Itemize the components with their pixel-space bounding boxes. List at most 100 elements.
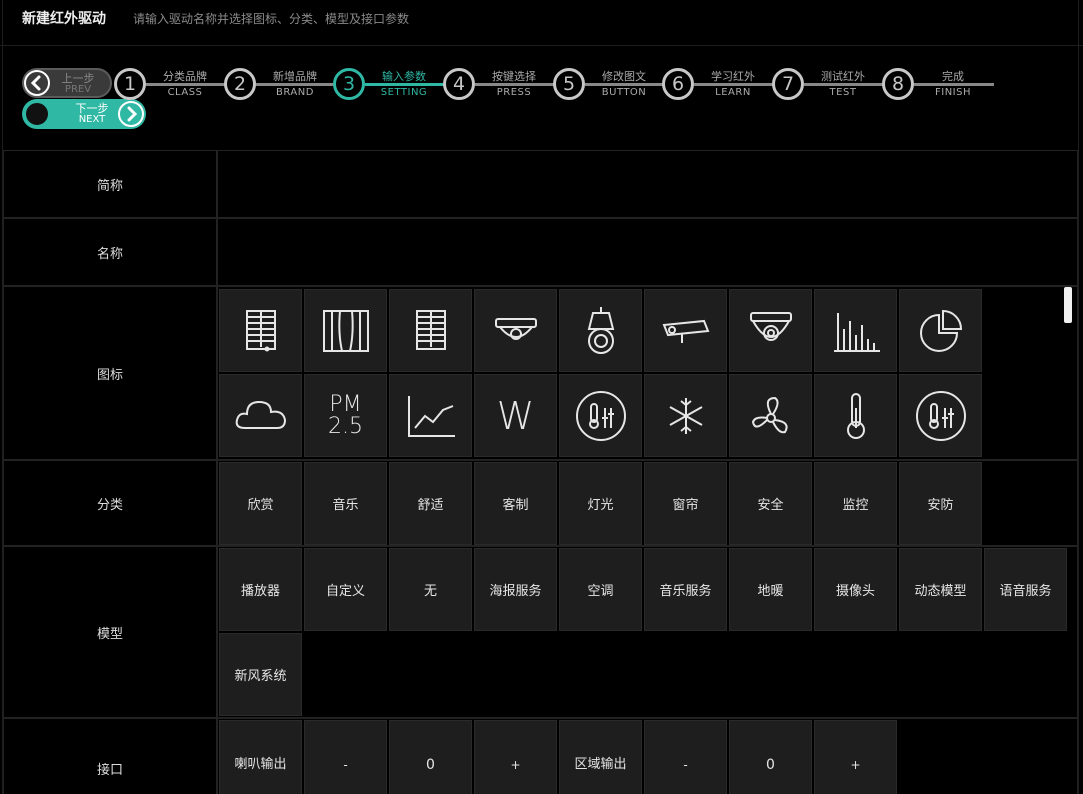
- shutter-icon: [415, 309, 446, 350]
- icon-option[interactable]: [644, 289, 727, 372]
- model-option[interactable]: 音乐服务: [644, 548, 727, 631]
- step-label-en: LEARN: [715, 87, 751, 98]
- icon-option[interactable]: [219, 374, 302, 457]
- model-option[interactable]: 自定义: [304, 548, 387, 631]
- ring-icon: [24, 101, 50, 127]
- category-option[interactable]: 安防: [899, 462, 982, 545]
- icon-option[interactable]: [559, 374, 642, 457]
- blind-icon: [245, 309, 276, 351]
- step-label-en: SETTING: [380, 87, 428, 98]
- step-label-en: FINISH: [935, 87, 971, 98]
- model-option[interactable]: 播放器: [219, 548, 302, 631]
- model-option[interactable]: 地暖: [729, 548, 812, 631]
- icon-option[interactable]: [814, 289, 897, 372]
- icon-option[interactable]: PM 2.5: [304, 374, 387, 457]
- icon-option[interactable]: [304, 289, 387, 372]
- icon-option[interactable]: [729, 289, 812, 372]
- category-option[interactable]: 窗帘: [644, 462, 727, 545]
- model-label: 模型: [4, 547, 218, 717]
- pie-chart-icon: [919, 309, 962, 352]
- icon-option[interactable]: [219, 289, 302, 372]
- step-line: [475, 83, 555, 86]
- category-option[interactable]: 音乐: [304, 462, 387, 545]
- zone-increment-button[interactable]: +: [814, 720, 897, 794]
- short-name-row: 简称: [3, 150, 1078, 218]
- icon-option[interactable]: [474, 289, 557, 372]
- eyeball-camera-icon: [749, 311, 792, 341]
- model-option[interactable]: 无: [389, 548, 472, 631]
- prev-button[interactable]: 上一步 PREV: [22, 68, 112, 98]
- category-option[interactable]: 欣赏: [219, 462, 302, 545]
- ptz-camera-icon: [587, 306, 614, 354]
- dialog-hint: 请输入驱动名称并选择图标、分类、模型及接口参数: [133, 12, 410, 26]
- category-row: 分类 欣赏 音乐 舒适 客制 灯光 窗帘 安全 监控 安防: [3, 460, 1078, 546]
- name-input[interactable]: [219, 219, 1077, 285]
- icon-option[interactable]: [389, 289, 472, 372]
- category-option[interactable]: 灯光: [559, 462, 642, 545]
- speaker-output-label: 喇叭输出: [219, 720, 302, 794]
- thermo-control-icon: [575, 390, 626, 441]
- interface-label: 接口: [4, 719, 218, 794]
- line-chart-icon: [407, 395, 455, 437]
- step-label-cn: 学习红外: [711, 70, 755, 83]
- step-label-en: BRAND: [276, 87, 314, 98]
- step-line: [914, 83, 994, 86]
- step-number: 2: [224, 68, 256, 100]
- step-label-en: TEST: [829, 87, 857, 98]
- speaker-decrement-button[interactable]: -: [304, 720, 387, 794]
- icon-scrollbar[interactable]: [1064, 287, 1072, 457]
- step-number: 8: [882, 68, 914, 100]
- category-option[interactable]: 舒适: [389, 462, 472, 545]
- bar-chart-icon: [833, 312, 880, 352]
- thermo-control-icon: [915, 390, 966, 441]
- step-line: [694, 83, 774, 86]
- step-wizard: 上一步 PREV 下一步 NEXT 1 分类品牌 CLASS 2 新增品牌 BR…: [0, 62, 1083, 134]
- icon-option[interactable]: [389, 374, 472, 457]
- step-label-en: PRESS: [496, 87, 532, 98]
- zone-decrement-button[interactable]: -: [644, 720, 727, 794]
- step-line: [585, 83, 665, 86]
- zone-output-label: 区域输出: [559, 720, 642, 794]
- next-button[interactable]: 下一步 NEXT: [22, 99, 146, 129]
- step-label-cn: 新增品牌: [273, 70, 317, 83]
- step-number: 5: [553, 68, 585, 100]
- icon-option[interactable]: [814, 374, 897, 457]
- step-label-cn: 输入参数: [382, 70, 426, 83]
- step-number: 1: [114, 68, 146, 100]
- icon-row: 图标 PM 2.5 W: [3, 286, 1078, 460]
- icon-option[interactable]: W: [474, 374, 557, 457]
- icon-option[interactable]: [729, 374, 812, 457]
- zone-value: 0: [729, 720, 812, 794]
- speaker-increment-button[interactable]: +: [474, 720, 557, 794]
- model-option[interactable]: 新风系统: [219, 633, 302, 716]
- dialog-title: 新建红外驱动: [22, 11, 106, 27]
- icon-option[interactable]: [644, 374, 727, 457]
- model-option[interactable]: 摄像头: [814, 548, 897, 631]
- icon-option[interactable]: [899, 374, 982, 457]
- next-label-en: NEXT: [78, 114, 106, 125]
- scrollbar-thumb[interactable]: [1064, 287, 1072, 323]
- icon-option[interactable]: [899, 289, 982, 372]
- step-label-cn: 修改图文: [602, 70, 646, 83]
- model-option[interactable]: 海报服务: [474, 548, 557, 631]
- model-option[interactable]: 空调: [559, 548, 642, 631]
- model-option[interactable]: 动态模型: [899, 548, 982, 631]
- icon-option[interactable]: [559, 289, 642, 372]
- thermometer-icon: [846, 392, 865, 439]
- chevron-left-icon: [24, 70, 50, 96]
- interface-row: 接口 喇叭输出 - 0 + 区域输出 - 0 +: [3, 718, 1078, 794]
- step-line: [256, 83, 336, 86]
- category-option[interactable]: 监控: [814, 462, 897, 545]
- step-label-en: CLASS: [167, 87, 203, 98]
- step-number: 6: [662, 68, 694, 100]
- speaker-value: 0: [389, 720, 472, 794]
- step-label-cn: 完成: [942, 70, 964, 83]
- model-option[interactable]: 语音服务: [984, 548, 1067, 631]
- bullet-camera-icon: [662, 319, 709, 343]
- category-option[interactable]: 安全: [729, 462, 812, 545]
- snowflake-icon: [669, 397, 702, 434]
- next-label-cn: 下一步: [75, 102, 109, 115]
- category-option[interactable]: 客制: [474, 462, 557, 545]
- short-name-input[interactable]: [219, 151, 1077, 217]
- cloud-icon: [235, 400, 286, 429]
